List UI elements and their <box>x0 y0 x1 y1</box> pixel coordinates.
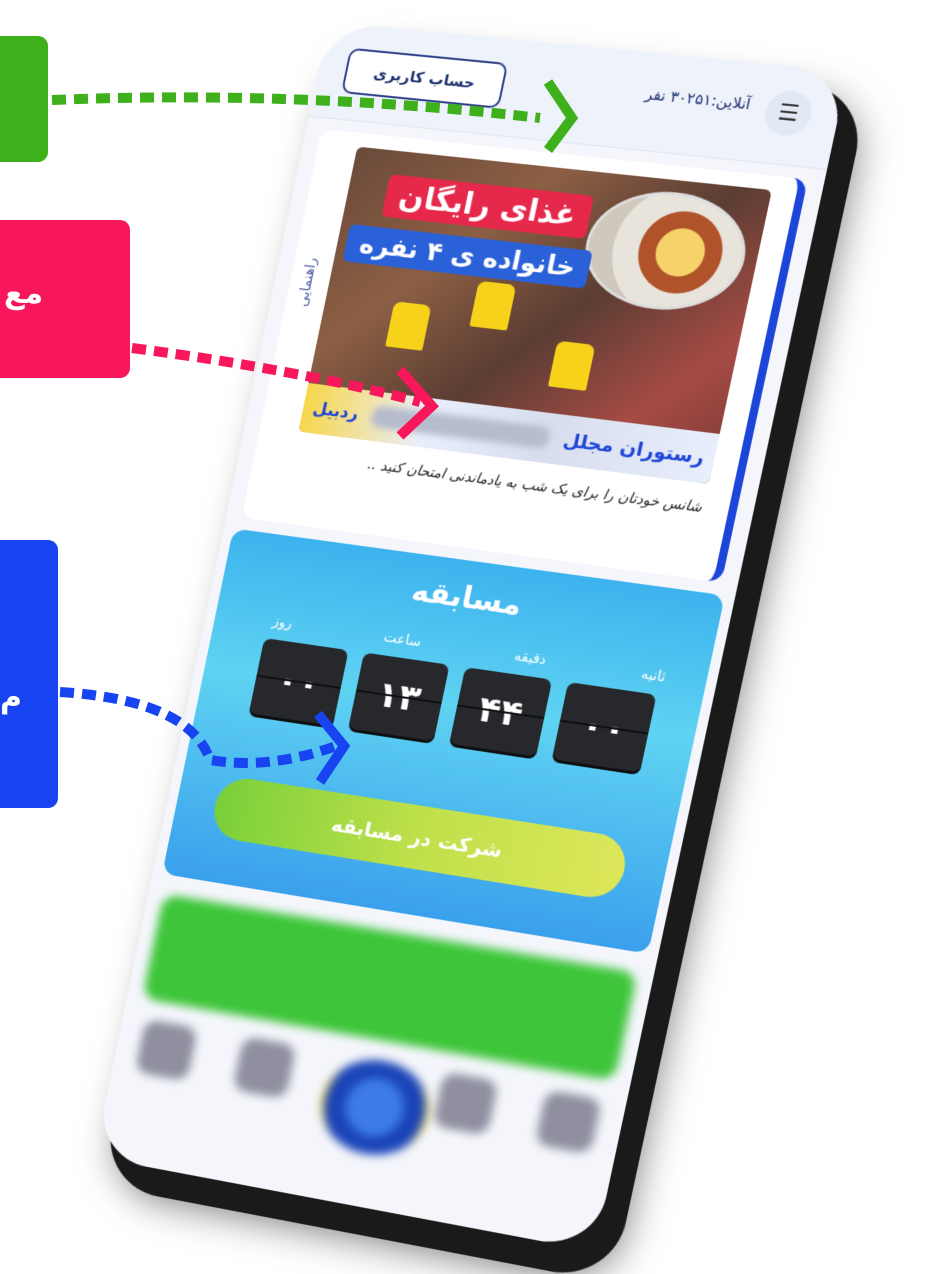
ad-footer: ردبیل رستوران مجلل <box>298 382 720 485</box>
pink-callout-text: مع <box>4 276 44 311</box>
blue-callout-text: م <box>0 680 22 715</box>
nav-item-settings[interactable] <box>122 1017 209 1089</box>
nav-item-shop[interactable] <box>220 1034 308 1107</box>
second-digits: ۰۰ <box>551 682 657 773</box>
countdown-clock: ۰۰ ۱۳ ۴۴ ۰۰ <box>244 637 662 775</box>
blue-callout: م <box>0 540 58 808</box>
minute-label: دقیقه <box>512 648 548 669</box>
napkin-decoration <box>469 280 517 331</box>
minute-digits: ۴۴ <box>449 667 553 757</box>
ad-image[interactable]: غذای رایگان خانواده ی ۴ نفره ردبیل رستور… <box>298 146 772 485</box>
day-label: روز <box>271 613 294 632</box>
napkin-decoration <box>385 301 432 351</box>
back-icon[interactable]: ‹ <box>763 22 783 41</box>
free-meal-banner: غذای رایگان <box>381 174 595 239</box>
nav-item-rewards[interactable] <box>419 1069 510 1143</box>
hour-label: ساعت <box>382 629 423 651</box>
badge-icon <box>311 1051 438 1164</box>
online-count: آنلاین:۳۰۲۵۱ نفر <box>643 84 753 114</box>
hamburger-icon: ☰ <box>775 99 802 127</box>
phone-screen: ☰ آنلاین:۳۰۲۵۱ نفر حساب کاربری راهنمایی … <box>94 21 849 1252</box>
home-icon[interactable]: ○ <box>584 22 618 26</box>
phone-mockup: ☰ آنلاین:۳۰۲۵۱ نفر حساب کاربری راهنمایی … <box>94 21 849 1252</box>
cart-icon <box>534 1089 603 1155</box>
pink-callout: مع <box>0 220 130 378</box>
star-icon <box>134 1018 199 1082</box>
hamburger-menu-button[interactable]: ☰ <box>760 88 816 138</box>
account-button[interactable]: حساب کاربری <box>340 47 509 109</box>
contest-card: مسابقه ثانیه دقیقه ساعت روز ۰۰ ۱۳ ۴۴ ۰۰ … <box>162 528 725 954</box>
green-callout <box>0 36 48 162</box>
guide-label[interactable]: راهنمایی <box>295 257 320 308</box>
napkin-decoration <box>547 340 596 391</box>
nav-item-cart[interactable] <box>521 1087 614 1162</box>
food-plate-image <box>574 184 757 318</box>
blurred-address <box>369 405 552 450</box>
day-digits: ۰۰ <box>248 638 349 726</box>
ad-city: ردبیل <box>310 398 361 424</box>
nav-item-home[interactable] <box>311 1051 438 1164</box>
hour-digits: ۱۳ <box>348 652 450 742</box>
ad-card[interactable]: راهنمایی غذای رایگان خانواده ی ۴ نفره رد… <box>241 128 808 583</box>
join-contest-button[interactable]: شرکت در مسابقه <box>208 774 632 902</box>
box-icon <box>232 1036 297 1100</box>
gift-icon <box>432 1071 499 1136</box>
restaurant-name: رستوران مجلل <box>561 429 707 469</box>
second-label: ثانیه <box>639 666 668 686</box>
